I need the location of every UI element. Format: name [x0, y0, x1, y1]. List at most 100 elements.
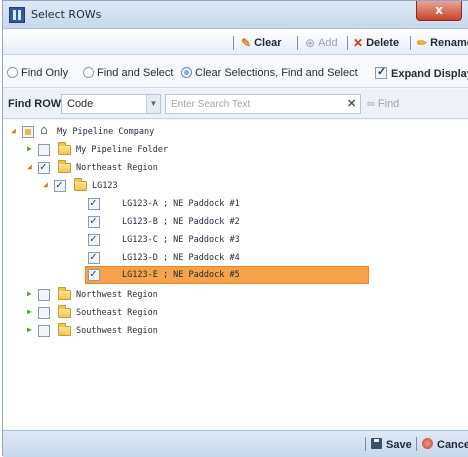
delete-icon: ✕: [353, 36, 364, 51]
node-checkbox[interactable]: [38, 160, 50, 174]
expand-display-label: Expand Display: [391, 68, 468, 80]
node-label: LG123-A ; NE Paddock #1: [122, 199, 240, 209]
node-label: Northeast Region: [76, 163, 158, 173]
find-row: Find ROW Code ▼ ✕ ∞ Find: [3, 89, 468, 119]
tree-node-row[interactable]: LG123-C ; NE Paddock #3: [3, 231, 468, 249]
node-label: My Pipeline Company: [57, 127, 155, 137]
node-label: Southwest Region: [76, 326, 158, 336]
tree-node-southeast[interactable]: ▶ Southeast Region: [3, 304, 468, 322]
add-icon: ⊕: [305, 36, 316, 51]
node-checkbox[interactable]: [88, 267, 100, 281]
save-label: Save: [386, 439, 412, 451]
delete-label: Delete: [366, 37, 400, 49]
node-label: Northwest Region: [76, 290, 158, 300]
search-field-dropdown[interactable]: Code ▼: [61, 94, 161, 114]
radio-label: Find and Select: [97, 67, 174, 79]
expand-arrow-icon[interactable]: ▶: [27, 144, 32, 153]
node-label: LG123-C ; NE Paddock #3: [122, 235, 240, 245]
pencil-icon: ✏: [417, 36, 428, 51]
node-checkbox[interactable]: [22, 126, 34, 138]
tree-node-row-selected[interactable]: LG123-E ; NE Paddock #5: [3, 266, 468, 284]
folder-icon: [58, 142, 71, 155]
folder-open-icon: [74, 178, 87, 191]
toolbar-separator: [233, 36, 234, 50]
footer-separator: [365, 437, 366, 451]
add-label: Add: [318, 37, 338, 49]
radio-find-only[interactable]: Find Only: [7, 67, 68, 79]
expand-display-checkbox[interactable]: Expand Display: [375, 65, 468, 80]
folder-open-icon: [58, 160, 71, 173]
radio-indicator: [7, 67, 18, 78]
dropdown-value: Code: [67, 98, 94, 110]
search-options: Find Only Find and Select Clear Selectio…: [3, 56, 468, 88]
radio-label: Clear Selections, Find and Select: [195, 67, 358, 79]
node-checkbox[interactable]: [88, 250, 100, 264]
close-button[interactable]: x: [416, 1, 462, 21]
node-checkbox[interactable]: [38, 144, 50, 156]
node-checkbox[interactable]: [54, 178, 66, 192]
find-label: Find: [377, 98, 400, 110]
node-checkbox[interactable]: [88, 196, 100, 210]
node-label: My Pipeline Folder: [76, 145, 169, 155]
find-row-label: Find ROW: [8, 98, 62, 110]
node-checkbox[interactable]: [88, 214, 100, 228]
cancel-label: Cancel: [437, 439, 468, 451]
node-checkbox[interactable]: [88, 232, 100, 246]
tree-node-row[interactable]: LG123-D ; NE Paddock #4: [3, 249, 468, 267]
tree-node-folder[interactable]: ▶ My Pipeline Folder: [3, 141, 468, 159]
tree-node-row[interactable]: LG123-B ; NE Paddock #2: [3, 213, 468, 231]
cancel-icon: [422, 438, 433, 449]
clear-button[interactable]: ✎ Clear: [241, 35, 282, 51]
folder-icon: [58, 305, 71, 318]
tree-node-northwest[interactable]: ▶ Northwest Region: [3, 286, 468, 304]
save-icon: [371, 438, 382, 449]
node-label: LG123-B ; NE Paddock #2: [122, 217, 240, 227]
rename-label: Rename: [430, 37, 468, 49]
toolbar: ✎Clear ⊕Add ✕Delete ✏Rename: [3, 30, 468, 55]
eraser-icon: ✎: [241, 36, 252, 51]
delete-button[interactable]: ✕ Delete: [353, 35, 399, 51]
folder-icon: [58, 287, 71, 300]
radio-clear-find-select[interactable]: Clear Selections, Find and Select: [181, 67, 358, 79]
tree-node-root[interactable]: ◢ ⌂ My Pipeline Company: [3, 123, 468, 141]
clear-search-icon[interactable]: ✕: [347, 97, 356, 110]
tree-node-lg123[interactable]: ◢ LG123: [3, 177, 468, 195]
rename-button[interactable]: ✏Rename: [417, 35, 468, 51]
toolbar-separator: [297, 36, 298, 50]
tree-node-row[interactable]: LG123-A ; NE Paddock #1: [3, 195, 468, 213]
collapse-arrow-icon[interactable]: ◢: [27, 162, 32, 171]
checkbox-indicator: [375, 65, 387, 79]
save-button[interactable]: Save: [371, 438, 412, 451]
folder-icon: [58, 323, 71, 336]
title-bar: Select ROWs x: [3, 1, 468, 29]
row-tree: ◢ ⌂ My Pipeline Company ▶ My Pipeline Fo…: [3, 120, 468, 429]
node-checkbox[interactable]: [38, 325, 50, 337]
home-icon: ⌂: [40, 123, 48, 138]
add-button[interactable]: ⊕ Add: [305, 35, 338, 51]
toolbar-separator: [347, 36, 348, 50]
binoculars-icon: ∞: [367, 98, 375, 110]
tree-node-southwest[interactable]: ▶ Southwest Region: [3, 322, 468, 340]
node-checkbox[interactable]: [38, 289, 50, 301]
search-input[interactable]: [165, 94, 361, 114]
node-checkbox[interactable]: [38, 307, 50, 319]
select-rows-dialog: Select ROWs x ✎ Clear ⊕ Add ✕ Delete ✏ Renam…: [2, 0, 468, 457]
node-label: Southeast Region: [76, 308, 158, 318]
collapse-arrow-icon[interactable]: ◢: [43, 180, 48, 189]
radio-find-and-select[interactable]: Find and Select: [83, 67, 173, 79]
collapse-arrow-icon[interactable]: ◢: [11, 126, 16, 135]
tree-node-northeast[interactable]: ◢ Northeast Region: [3, 159, 468, 177]
expand-arrow-icon[interactable]: ▶: [27, 289, 32, 298]
expand-arrow-icon[interactable]: ▶: [27, 307, 32, 316]
app-icon: [9, 7, 25, 23]
cancel-button[interactable]: Cancel: [422, 438, 468, 451]
node-label: LG123-D ; NE Paddock #4: [122, 253, 240, 263]
chevron-down-icon[interactable]: ▼: [146, 95, 160, 113]
clear-label: Clear: [254, 37, 282, 49]
radio-label: Find Only: [21, 67, 69, 79]
find-button[interactable]: ∞ Find: [367, 98, 399, 110]
dialog-footer: Save Cancel: [3, 430, 468, 457]
node-label: LG123-E ; NE Paddock #5: [122, 270, 240, 280]
expand-arrow-icon[interactable]: ▶: [27, 325, 32, 334]
radio-indicator: [83, 67, 94, 78]
